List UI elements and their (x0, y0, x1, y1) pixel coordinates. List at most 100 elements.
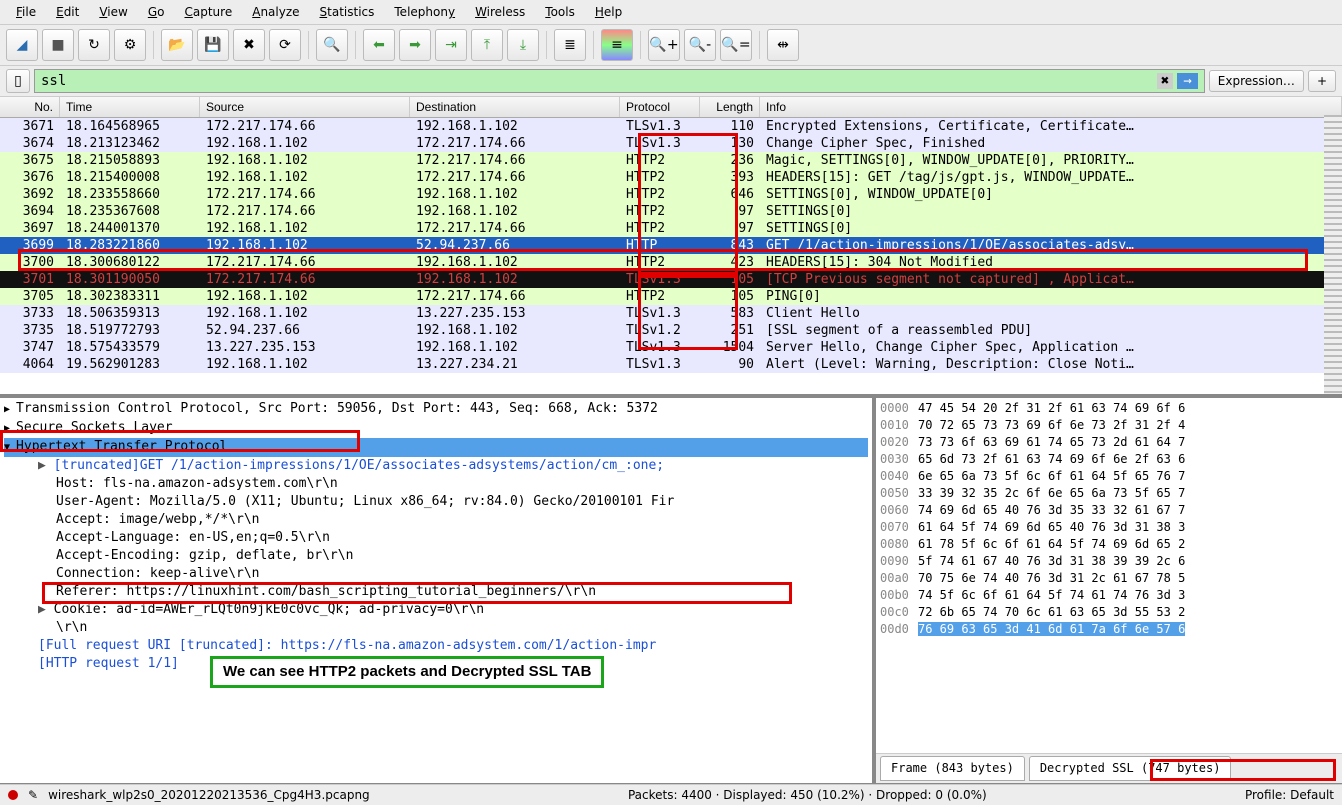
reload-icon[interactable]: ⟳ (269, 29, 301, 61)
hex-row[interactable]: 001070 72 65 73 73 69 6f 6e 73 2f 31 2f … (880, 417, 1338, 434)
table-row[interactable]: 370018.300680122172.217.174.66192.168.1.… (0, 254, 1342, 271)
tab-decrypted-ssl[interactable]: Decrypted SSL (747 bytes) (1029, 756, 1232, 781)
filter-text[interactable] (41, 73, 1153, 89)
hex-row[interactable]: 00905f 74 61 67 40 76 3d 31 38 39 39 2c … (880, 553, 1338, 570)
table-row[interactable]: 370518.302383311192.168.1.102172.217.174… (0, 288, 1342, 305)
detail-line[interactable]: [Full request URI [truncated]: https://f… (4, 637, 868, 655)
colorize-icon[interactable]: ≡ (601, 29, 633, 61)
menu-analyze[interactable]: Analyze (244, 2, 307, 22)
detail-line[interactable]: ▶ [truncated]GET /1/action-impressions/1… (4, 457, 868, 475)
table-row[interactable]: 373318.506359313192.168.1.10213.227.235.… (0, 305, 1342, 322)
col-source[interactable]: Source (200, 97, 410, 117)
menu-capture[interactable]: Capture (176, 2, 240, 22)
zoom-in-icon[interactable]: 🔍+ (648, 29, 680, 61)
menu-help[interactable]: Help (587, 2, 630, 22)
open-file-icon[interactable]: 📂 (161, 29, 193, 61)
table-row[interactable]: 374718.57543357913.227.235.153192.168.1.… (0, 339, 1342, 356)
bookmark-filter-icon[interactable]: ▯ (6, 69, 30, 93)
detail-ssl[interactable]: Secure Sockets Layer (4, 419, 868, 438)
table-row[interactable]: 373518.51977279352.94.237.66192.168.1.10… (0, 322, 1342, 339)
expert-info-icon[interactable] (8, 790, 18, 800)
col-info[interactable]: Info (760, 97, 1342, 117)
detail-line[interactable]: Accept: image/webp,*/*\r\n (4, 511, 868, 529)
display-filter-input[interactable]: ✖ → (34, 69, 1205, 93)
detail-http[interactable]: Hypertext Transfer Protocol (4, 438, 868, 457)
hex-dump-pane[interactable]: 000047 45 54 20 2f 31 2f 61 63 74 69 6f … (872, 398, 1342, 783)
status-profile[interactable]: Profile: Default (1245, 788, 1334, 802)
clear-filter-icon[interactable]: ✖ (1157, 73, 1173, 89)
zoom-reset-icon[interactable]: 🔍= (720, 29, 752, 61)
hex-row[interactable]: 003065 6d 73 2f 61 63 74 69 6f 6e 2f 63 … (880, 451, 1338, 468)
menu-wireless[interactable]: Wireless (467, 2, 533, 22)
table-row[interactable]: 367118.164568965172.217.174.66192.168.1.… (0, 118, 1342, 135)
filter-bar: ▯ ✖ → Expression… + (0, 66, 1342, 97)
close-file-icon[interactable]: ✖ (233, 29, 265, 61)
detail-line[interactable]: User-Agent: Mozilla/5.0 (X11; Ubuntu; Li… (4, 493, 868, 511)
col-time[interactable]: Time (60, 97, 200, 117)
packet-list-body[interactable]: 367118.164568965172.217.174.66192.168.1.… (0, 118, 1342, 394)
hex-row[interactable]: 007061 64 5f 74 69 6d 65 40 76 3d 31 38 … (880, 519, 1338, 536)
hex-row[interactable]: 005033 39 32 35 2c 6f 6e 65 6a 73 5f 65 … (880, 485, 1338, 502)
menu-bar: File Edit View Go Capture Analyze Statis… (0, 0, 1342, 25)
detail-tcp[interactable]: Transmission Control Protocol, Src Port:… (4, 400, 868, 419)
restart-capture-icon[interactable]: ↻ (78, 29, 110, 61)
table-row[interactable]: 369918.283221860192.168.1.10252.94.237.6… (0, 237, 1342, 254)
menu-go[interactable]: Go (140, 2, 173, 22)
col-no[interactable]: No. (0, 97, 60, 117)
menu-edit[interactable]: Edit (48, 2, 87, 22)
go-last-icon[interactable]: ⤓ (507, 29, 539, 61)
autoscroll-icon[interactable]: ≣ (554, 29, 586, 61)
table-row[interactable]: 369718.244001370192.168.1.102172.217.174… (0, 220, 1342, 237)
hex-row[interactable]: 006074 69 6d 65 40 76 3d 35 33 32 61 67 … (880, 502, 1338, 519)
col-destination[interactable]: Destination (410, 97, 620, 117)
go-to-packet-icon[interactable]: ⇥ (435, 29, 467, 61)
hex-row[interactable]: 002073 73 6f 63 69 61 74 65 73 2d 61 64 … (880, 434, 1338, 451)
detail-line[interactable]: Connection: keep-alive\r\n (4, 565, 868, 583)
go-first-icon[interactable]: ⤒ (471, 29, 503, 61)
hex-row[interactable]: 000047 45 54 20 2f 31 2f 61 63 74 69 6f … (880, 400, 1338, 417)
find-icon[interactable]: 🔍 (316, 29, 348, 61)
menu-tools[interactable]: Tools (537, 2, 583, 22)
packet-details-pane[interactable]: Transmission Control Protocol, Src Port:… (0, 398, 872, 783)
capture-options-icon[interactable]: ⚙ (114, 29, 146, 61)
edit-icon[interactable]: ✎ (28, 788, 38, 802)
status-packets: Packets: 4400 · Displayed: 450 (10.2%) ·… (628, 788, 987, 802)
menu-statistics[interactable]: Statistics (312, 2, 383, 22)
hex-row[interactable]: 00b074 5f 6c 6f 61 64 5f 74 61 74 76 3d … (880, 587, 1338, 604)
tab-frame[interactable]: Frame (843 bytes) (880, 756, 1025, 781)
expression-button[interactable]: Expression… (1209, 70, 1304, 92)
table-row[interactable]: 367518.215058893192.168.1.102172.217.174… (0, 152, 1342, 169)
go-back-icon[interactable]: ⬅ (363, 29, 395, 61)
zoom-out-icon[interactable]: 🔍- (684, 29, 716, 61)
hex-row[interactable]: 00a070 75 6e 74 40 76 3d 31 2c 61 67 78 … (880, 570, 1338, 587)
detail-line[interactable]: Host: fls-na.amazon-adsystem.com\r\n (4, 475, 868, 493)
table-row[interactable]: 367418.213123462192.168.1.102172.217.174… (0, 135, 1342, 152)
stop-capture-icon[interactable]: ■ (42, 29, 74, 61)
packet-scrollbar[interactable] (1324, 115, 1342, 394)
save-file-icon[interactable]: 💾 (197, 29, 229, 61)
detail-line[interactable]: \r\n (4, 619, 868, 637)
shark-fin-icon[interactable]: ◢ (6, 29, 38, 61)
col-length[interactable]: Length (700, 97, 760, 117)
detail-line[interactable]: ▶ Cookie: ad-id=AWEr_rLQt0n9jkE0c0vc_Qk;… (4, 601, 868, 619)
table-row[interactable]: 406419.562901283192.168.1.10213.227.234.… (0, 356, 1342, 373)
table-row[interactable]: 369418.235367608172.217.174.66192.168.1.… (0, 203, 1342, 220)
add-filter-button[interactable]: + (1308, 70, 1336, 92)
detail-line[interactable]: Accept-Encoding: gzip, deflate, br\r\n (4, 547, 868, 565)
hex-row[interactable]: 008061 78 5f 6c 6f 61 64 5f 74 69 6d 65 … (880, 536, 1338, 553)
go-forward-icon[interactable]: ➡ (399, 29, 431, 61)
detail-line[interactable]: Referer: https://linuxhint.com/bash_scri… (4, 583, 868, 601)
menu-view[interactable]: View (91, 2, 135, 22)
resize-columns-icon[interactable]: ⇹ (767, 29, 799, 61)
menu-telephony[interactable]: Telephony (386, 2, 463, 22)
apply-filter-icon[interactable]: → (1177, 73, 1197, 89)
hex-row[interactable]: 00406e 65 6a 73 5f 6c 6f 61 64 5f 65 76 … (880, 468, 1338, 485)
hex-row[interactable]: 00c072 6b 65 74 70 6c 61 63 65 3d 55 53 … (880, 604, 1338, 621)
table-row[interactable]: 367618.215400008192.168.1.102172.217.174… (0, 169, 1342, 186)
detail-line[interactable]: Accept-Language: en-US,en;q=0.5\r\n (4, 529, 868, 547)
hex-row[interactable]: 00d076 69 63 65 3d 41 6d 61 7a 6f 6e 57 … (880, 621, 1338, 638)
table-row[interactable]: 369218.233558660172.217.174.66192.168.1.… (0, 186, 1342, 203)
col-protocol[interactable]: Protocol (620, 97, 700, 117)
table-row[interactable]: 370118.301190050172.217.174.66192.168.1.… (0, 271, 1342, 288)
menu-file[interactable]: File (8, 2, 44, 22)
